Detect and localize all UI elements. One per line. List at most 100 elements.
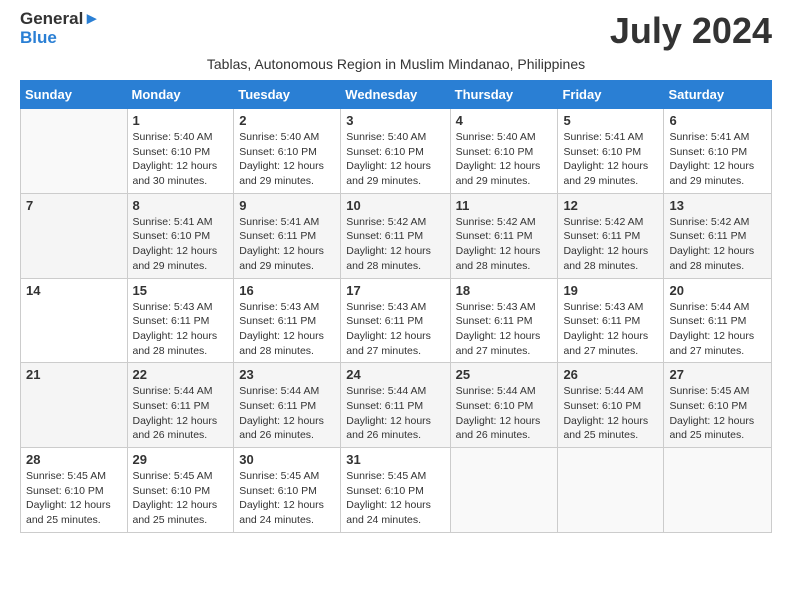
day-info: Sunrise: 5:43 AMSunset: 6:11 PMDaylight:…	[456, 300, 553, 359]
day-info: Sunrise: 5:44 AMSunset: 6:10 PMDaylight:…	[456, 384, 553, 443]
day-info: Sunrise: 5:40 AMSunset: 6:10 PMDaylight:…	[456, 130, 553, 189]
day-number: 19	[563, 283, 658, 298]
day-number: 10	[346, 198, 444, 213]
day-number: 27	[669, 367, 766, 382]
calendar-cell: 2 Sunrise: 5:40 AMSunset: 6:10 PMDaylight…	[234, 109, 341, 194]
day-number: 1	[133, 113, 229, 128]
calendar-cell: 19 Sunrise: 5:43 AMSunset: 6:11 PMDayligh…	[558, 278, 664, 363]
calendar-cell: 13Sunrise: 5:42 AMSunset: 6:11 PMDayligh…	[664, 193, 772, 278]
day-number: 28	[26, 452, 122, 467]
calendar-cell: 14	[21, 278, 128, 363]
day-number: 22	[133, 367, 229, 382]
calendar-cell: 7	[21, 193, 128, 278]
day-number: 30	[239, 452, 335, 467]
calendar-cell: 26 Sunrise: 5:44 AMSunset: 6:10 PMDayligh…	[558, 363, 664, 448]
day-of-week-header: Wednesday	[341, 81, 450, 109]
day-info: Sunrise: 5:40 AMSunset: 6:10 PMDaylight:…	[346, 130, 444, 189]
calendar-cell: 3Sunrise: 5:40 AMSunset: 6:10 PMDaylight…	[341, 109, 450, 194]
day-info: Sunrise: 5:41 AMSunset: 6:10 PMDaylight:…	[669, 130, 766, 189]
calendar-cell: 5 Sunrise: 5:41 AMSunset: 6:10 PMDaylight…	[558, 109, 664, 194]
day-info: Sunrise: 5:42 AMSunset: 6:11 PMDaylight:…	[563, 215, 658, 274]
calendar-cell: 18Sunrise: 5:43 AMSunset: 6:11 PMDayligh…	[450, 278, 558, 363]
calendar-cell: 27 Sunrise: 5:45 AMSunset: 6:10 PMDayligh…	[664, 363, 772, 448]
calendar-cell: 25 Sunrise: 5:44 AMSunset: 6:10 PMDayligh…	[450, 363, 558, 448]
day-info: Sunrise: 5:45 AMSunset: 6:10 PMDaylight:…	[239, 469, 335, 528]
logo-text: General► Blue	[20, 10, 100, 47]
calendar-cell: 9 Sunrise: 5:41 AMSunset: 6:11 PMDaylight…	[234, 193, 341, 278]
day-info: Sunrise: 5:41 AMSunset: 6:10 PMDaylight:…	[563, 130, 658, 189]
calendar-cell: 23 Sunrise: 5:44 AMSunset: 6:11 PMDayligh…	[234, 363, 341, 448]
day-info: Sunrise: 5:41 AMSunset: 6:11 PMDaylight:…	[239, 215, 335, 274]
day-of-week-header: Thursday	[450, 81, 558, 109]
calendar-cell: 21	[21, 363, 128, 448]
day-number: 2	[239, 113, 335, 128]
day-info: Sunrise: 5:45 AMSunset: 6:10 PMDaylight:…	[346, 469, 444, 528]
calendar-cell	[664, 448, 772, 533]
calendar-cell: 31 Sunrise: 5:45 AMSunset: 6:10 PMDayligh…	[341, 448, 450, 533]
day-info: Sunrise: 5:40 AMSunset: 6:10 PMDaylight:…	[133, 130, 229, 189]
day-info: Sunrise: 5:45 AMSunset: 6:10 PMDaylight:…	[133, 469, 229, 528]
day-number: 17	[346, 283, 444, 298]
day-number: 5	[563, 113, 658, 128]
day-number: 24	[346, 367, 444, 382]
calendar-cell: 8 Sunrise: 5:41 AMSunset: 6:10 PMDaylight…	[127, 193, 234, 278]
calendar-cell: 28 Sunrise: 5:45 AMSunset: 6:10 PMDayligh…	[21, 448, 128, 533]
calendar-cell: 20 Sunrise: 5:44 AMSunset: 6:11 PMDayligh…	[664, 278, 772, 363]
day-number: 25	[456, 367, 553, 382]
calendar-cell: 15Sunrise: 5:43 AMSunset: 6:11 PMDayligh…	[127, 278, 234, 363]
day-info: Sunrise: 5:42 AMSunset: 6:11 PMDaylight:…	[669, 215, 766, 274]
day-number: 8	[133, 198, 229, 213]
calendar-cell: 12 Sunrise: 5:42 AMSunset: 6:11 PMDayligh…	[558, 193, 664, 278]
day-info: Sunrise: 5:44 AMSunset: 6:11 PMDaylight:…	[669, 300, 766, 359]
day-info: Sunrise: 5:41 AMSunset: 6:10 PMDaylight:…	[133, 215, 229, 274]
calendar-cell: 6 Sunrise: 5:41 AMSunset: 6:10 PMDaylight…	[664, 109, 772, 194]
day-number: 23	[239, 367, 335, 382]
day-info: Sunrise: 5:43 AMSunset: 6:11 PMDaylight:…	[239, 300, 335, 359]
day-number: 26	[563, 367, 658, 382]
calendar-cell: 29Sunrise: 5:45 AMSunset: 6:10 PMDayligh…	[127, 448, 234, 533]
calendar-table: SundayMondayTuesdayWednesdayThursdayFrid…	[20, 80, 772, 533]
calendar-cell	[21, 109, 128, 194]
day-info: Sunrise: 5:44 AMSunset: 6:11 PMDaylight:…	[133, 384, 229, 443]
calendar-cell	[450, 448, 558, 533]
calendar-cell: 1 Sunrise: 5:40 AMSunset: 6:10 PMDaylight…	[127, 109, 234, 194]
calendar-subtitle: Tablas, Autonomous Region in Muslim Mind…	[20, 56, 772, 72]
day-number: 21	[26, 367, 122, 382]
day-number: 4	[456, 113, 553, 128]
day-number: 9	[239, 198, 335, 213]
calendar-cell	[558, 448, 664, 533]
day-info: Sunrise: 5:44 AMSunset: 6:11 PMDaylight:…	[346, 384, 444, 443]
day-number: 14	[26, 283, 122, 298]
calendar-cell: 17Sunrise: 5:43 AMSunset: 6:11 PMDayligh…	[341, 278, 450, 363]
day-number: 11	[456, 198, 553, 213]
day-info: Sunrise: 5:45 AMSunset: 6:10 PMDaylight:…	[669, 384, 766, 443]
calendar-cell: 16 Sunrise: 5:43 AMSunset: 6:11 PMDayligh…	[234, 278, 341, 363]
day-info: Sunrise: 5:44 AMSunset: 6:10 PMDaylight:…	[563, 384, 658, 443]
calendar-cell: 4 Sunrise: 5:40 AMSunset: 6:10 PMDaylight…	[450, 109, 558, 194]
day-info: Sunrise: 5:45 AMSunset: 6:10 PMDaylight:…	[26, 469, 122, 528]
day-of-week-header: Saturday	[664, 81, 772, 109]
calendar-cell: 24 Sunrise: 5:44 AMSunset: 6:11 PMDayligh…	[341, 363, 450, 448]
day-info: Sunrise: 5:44 AMSunset: 6:11 PMDaylight:…	[239, 384, 335, 443]
day-of-week-header: Monday	[127, 81, 234, 109]
day-number: 6	[669, 113, 766, 128]
day-of-week-header: Tuesday	[234, 81, 341, 109]
calendar-cell: 30 Sunrise: 5:45 AMSunset: 6:10 PMDayligh…	[234, 448, 341, 533]
calendar-cell: 22 Sunrise: 5:44 AMSunset: 6:11 PMDayligh…	[127, 363, 234, 448]
logo-general: General►	[20, 10, 100, 29]
day-number: 31	[346, 452, 444, 467]
day-of-week-header: Sunday	[21, 81, 128, 109]
calendar-cell: 11 Sunrise: 5:42 AMSunset: 6:11 PMDayligh…	[450, 193, 558, 278]
day-info: Sunrise: 5:43 AMSunset: 6:11 PMDaylight:…	[563, 300, 658, 359]
day-number: 7	[26, 198, 122, 213]
day-info: Sunrise: 5:42 AMSunset: 6:11 PMDaylight:…	[456, 215, 553, 274]
day-info: Sunrise: 5:42 AMSunset: 6:11 PMDaylight:…	[346, 215, 444, 274]
day-number: 16	[239, 283, 335, 298]
day-of-week-header: Friday	[558, 81, 664, 109]
day-number: 20	[669, 283, 766, 298]
day-info: Sunrise: 5:40 AMSunset: 6:10 PMDaylight:…	[239, 130, 335, 189]
day-number: 15	[133, 283, 229, 298]
logo-blue: Blue	[20, 29, 100, 48]
header: General► Blue July 2024	[20, 10, 772, 52]
day-number: 12	[563, 198, 658, 213]
